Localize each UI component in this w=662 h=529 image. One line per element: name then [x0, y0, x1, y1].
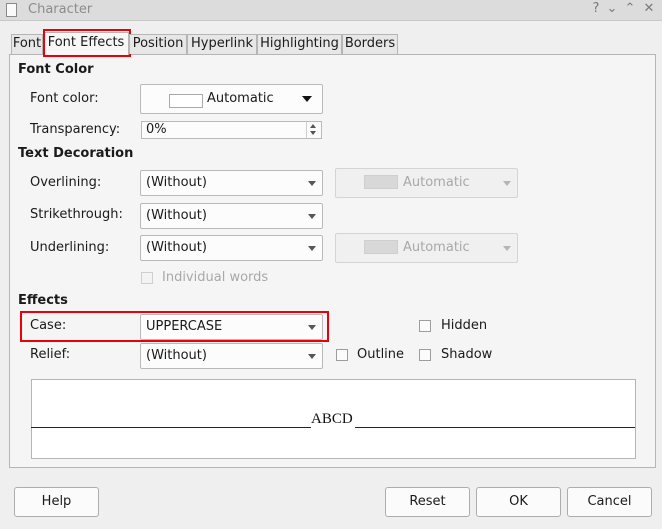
- spin-down-icon: [310, 131, 316, 135]
- relief-select[interactable]: (Without): [140, 343, 323, 369]
- spin-buttons[interactable]: [306, 122, 321, 138]
- individual-words-checkbox[interactable]: [141, 272, 153, 284]
- section-text-decoration: Text Decoration: [18, 146, 134, 161]
- section-effects: Effects: [18, 293, 68, 308]
- overline-color-value: Automatic: [403, 175, 470, 190]
- relief-value: (Without): [146, 348, 207, 363]
- overline-color-swatch: [364, 174, 398, 189]
- spin-up-icon: [310, 124, 316, 128]
- tab-highlighting[interactable]: Highlighting: [257, 34, 342, 54]
- minimize-icon[interactable]: ⌄: [604, 1, 620, 16]
- dropdown-arrow-icon: [503, 246, 511, 251]
- app-icon: [6, 3, 17, 17]
- preview-text: ABCD: [311, 411, 353, 427]
- dropdown-arrow-icon: [308, 246, 316, 251]
- underlining-value: (Without): [146, 240, 207, 255]
- ok-button[interactable]: OK: [476, 487, 561, 517]
- close-icon[interactable]: ✕: [641, 1, 657, 16]
- highlight-box-case: [20, 311, 329, 342]
- tab-hyperlink[interactable]: Hyperlink: [187, 34, 257, 54]
- font-color-label: Font color:: [30, 91, 99, 106]
- font-color-swatch: [169, 93, 203, 108]
- strikethrough-select[interactable]: (Without): [140, 203, 323, 229]
- shadow-checkbox[interactable]: [419, 349, 431, 361]
- dropdown-arrow-icon: [308, 181, 316, 186]
- tab-position[interactable]: Position: [129, 34, 187, 54]
- overline-color-select[interactable]: Automatic: [335, 168, 518, 198]
- highlight-box-tab: [43, 29, 131, 57]
- transparency-value: 0%: [146, 122, 167, 137]
- dropdown-arrow-icon: [503, 181, 511, 186]
- underlining-label: Underlining:: [30, 240, 110, 255]
- shadow-label: Shadow: [441, 347, 493, 362]
- overlining-label: Overlining:: [30, 175, 102, 190]
- transparency-label: Transparency:: [30, 122, 121, 137]
- underline-color-value: Automatic: [403, 240, 470, 255]
- transparency-spinbox[interactable]: 0%: [141, 121, 322, 139]
- section-font-color: Font Color: [18, 62, 94, 77]
- reset-button[interactable]: Reset: [385, 487, 470, 517]
- title-bar: [0, 0, 662, 21]
- overlining-select[interactable]: (Without): [140, 170, 323, 196]
- preview-baseline-right: [355, 427, 635, 428]
- preview-baseline-left: [31, 427, 311, 428]
- strikethrough-value: (Without): [146, 208, 207, 223]
- individual-words-label: Individual words: [162, 270, 269, 285]
- dropdown-arrow-icon: [302, 96, 312, 102]
- window-title: Character: [28, 2, 93, 17]
- relief-label: Relief:: [30, 347, 71, 362]
- help-button[interactable]: Help: [14, 487, 99, 517]
- cancel-button[interactable]: Cancel: [567, 487, 652, 517]
- dropdown-arrow-icon: [308, 214, 316, 219]
- outline-label: Outline: [357, 347, 405, 362]
- font-color-button[interactable]: Automatic: [140, 84, 323, 114]
- tab-font[interactable]: Font: [11, 34, 43, 54]
- underline-color-select[interactable]: Automatic: [335, 233, 518, 263]
- font-color-value: Automatic: [207, 91, 274, 106]
- hidden-label: Hidden: [441, 318, 488, 333]
- overlining-value: (Without): [146, 175, 207, 190]
- maximize-icon[interactable]: ⌃: [622, 1, 638, 16]
- hidden-checkbox[interactable]: [419, 320, 431, 332]
- dropdown-arrow-icon: [308, 354, 316, 359]
- underline-color-swatch: [364, 239, 398, 254]
- tab-borders[interactable]: Borders: [342, 34, 398, 54]
- outline-checkbox[interactable]: [336, 349, 348, 361]
- strikethrough-label: Strikethrough:: [30, 207, 123, 222]
- underlining-select[interactable]: (Without): [140, 235, 323, 261]
- help-title-icon[interactable]: ?: [588, 1, 604, 16]
